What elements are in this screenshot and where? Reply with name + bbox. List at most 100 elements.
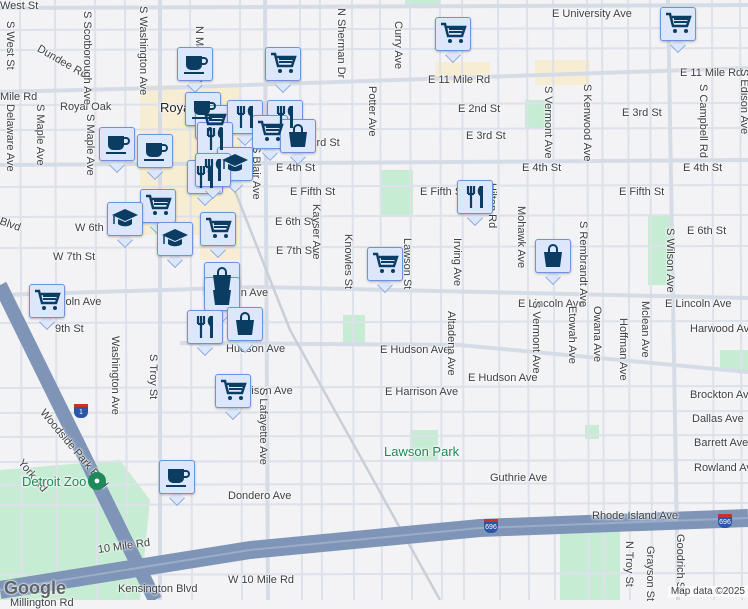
poi-marker[interactable] (265, 47, 301, 93)
street-label: S Edison Ave (738, 69, 748, 135)
poi-marker[interactable] (535, 239, 571, 285)
shopping-cart-icon (666, 12, 692, 33)
street-label: W 6th (75, 222, 104, 234)
street-label: S Campbell Rd (697, 84, 709, 158)
street-label: E 6th St (687, 225, 727, 237)
poi-marker[interactable] (660, 7, 696, 53)
poi-marker[interactable] (200, 212, 236, 258)
street-label: Kayser Ave (310, 204, 322, 260)
marker-body[interactable] (227, 307, 263, 341)
street-label: Owana Ave (591, 306, 603, 363)
marker-body[interactable] (265, 47, 301, 81)
poi-marker[interactable] (137, 134, 173, 180)
coffee-icon (166, 469, 190, 487)
street-label: S Troy St (147, 354, 159, 400)
marker-body[interactable] (215, 374, 251, 408)
shopping-cart-icon (206, 217, 232, 238)
street-label: Curry Ave (392, 21, 404, 70)
poi-marker[interactable] (195, 153, 231, 199)
poi-marker[interactable] (99, 127, 135, 173)
street-label: W 7th St (53, 251, 96, 263)
street-label: S Kenwood Ave (581, 84, 593, 162)
marker-body[interactable] (535, 239, 571, 273)
place-label[interactable]: Detroit Zoo (22, 475, 86, 488)
highway-shield: 696 (718, 514, 732, 528)
coffee-icon (184, 56, 208, 74)
shopping-cart-icon (441, 22, 467, 43)
marker-body[interactable] (107, 202, 143, 236)
marker-body[interactable] (137, 134, 173, 168)
poi-marker[interactable] (367, 247, 403, 293)
street-label: Goodrich St (674, 534, 686, 593)
school-icon (162, 229, 188, 247)
place-label[interactable]: Lawson Park (384, 445, 459, 458)
marker-body[interactable] (177, 47, 213, 81)
map-attribution[interactable]: Map data ©2025 (667, 586, 748, 597)
marker-body[interactable] (280, 119, 316, 153)
marker-body[interactable] (457, 180, 493, 214)
poi-marker[interactable] (177, 47, 213, 93)
marker-body[interactable] (159, 460, 195, 494)
street-label: coln Ave (60, 296, 102, 308)
marker-body[interactable] (157, 222, 193, 256)
street-label: S West St (4, 21, 16, 70)
street-label: Dondero Ave (228, 490, 292, 502)
poi-marker[interactable] (457, 180, 493, 226)
street-label: Brockton Ave (690, 389, 748, 401)
street-label: E 11 Mile Rd (428, 74, 491, 86)
google-logo: Google (4, 578, 66, 598)
shopping-cart-icon (221, 379, 247, 400)
marker-body[interactable] (252, 115, 288, 149)
marker-body[interactable] (435, 17, 471, 51)
poi-marker[interactable] (187, 310, 223, 356)
marker-body[interactable] (367, 247, 403, 281)
marker-body[interactable] (660, 7, 696, 41)
marker-body[interactable] (140, 189, 176, 223)
restaurant-icon (236, 106, 253, 128)
poi-marker[interactable] (157, 222, 193, 268)
street-label: E 4th St (522, 162, 562, 174)
street-label: Delaware Ave (4, 104, 16, 172)
shopping-cart-icon (373, 252, 399, 273)
street-label: E 2nd St (458, 103, 501, 115)
street-label: S Scotborough Ave (81, 11, 93, 105)
paw-icon[interactable]: ● (88, 472, 106, 490)
street-label: Altadena Ave (445, 311, 457, 376)
poi-marker[interactable] (159, 460, 195, 506)
marker-body[interactable] (187, 310, 223, 344)
poi-marker[interactable] (215, 374, 251, 420)
marker-body[interactable] (29, 284, 65, 318)
marker-body[interactable] (99, 127, 135, 161)
poi-marker[interactable] (227, 307, 263, 353)
street-label: Irving Ave (451, 238, 463, 287)
poi-marker[interactable] (29, 284, 65, 330)
street-label: Mohawk Ave (515, 206, 527, 269)
restaurant-icon (196, 316, 213, 338)
poi-marker[interactable] (280, 119, 316, 165)
shopping-bag-icon (213, 282, 231, 305)
restaurant-icon (206, 128, 223, 150)
street-label: Rowland Ave (694, 462, 748, 474)
street-label: E 11 Mile Rd (680, 67, 743, 79)
street-label: E 3rd St (466, 130, 506, 142)
poi-marker[interactable] (435, 17, 471, 63)
shopping-cart-icon (258, 120, 284, 141)
highway-shield: 1 (74, 404, 88, 418)
street-label: Guthrie Ave (490, 472, 548, 484)
street-label: Etowah Ave (566, 306, 578, 364)
restaurant-icon (204, 159, 221, 181)
marker-body[interactable] (204, 277, 240, 311)
shopping-bag-icon (289, 124, 307, 147)
street-label: E Hudson Ave (380, 344, 450, 356)
coffee-icon (144, 143, 168, 161)
street-label: N Sherman Dr (335, 8, 347, 79)
marker-body[interactable] (200, 212, 236, 246)
street-label: S Vermont Ave (530, 301, 542, 374)
marker-body[interactable] (195, 153, 231, 187)
school-icon (112, 209, 138, 227)
poi-marker[interactable] (107, 202, 143, 248)
street-label: S Lafayette Ave (257, 388, 269, 465)
street-label: Dallas Ave (692, 413, 744, 425)
street-label: E Fifth St (290, 186, 336, 198)
street-label: S Maple Ave (34, 104, 46, 166)
